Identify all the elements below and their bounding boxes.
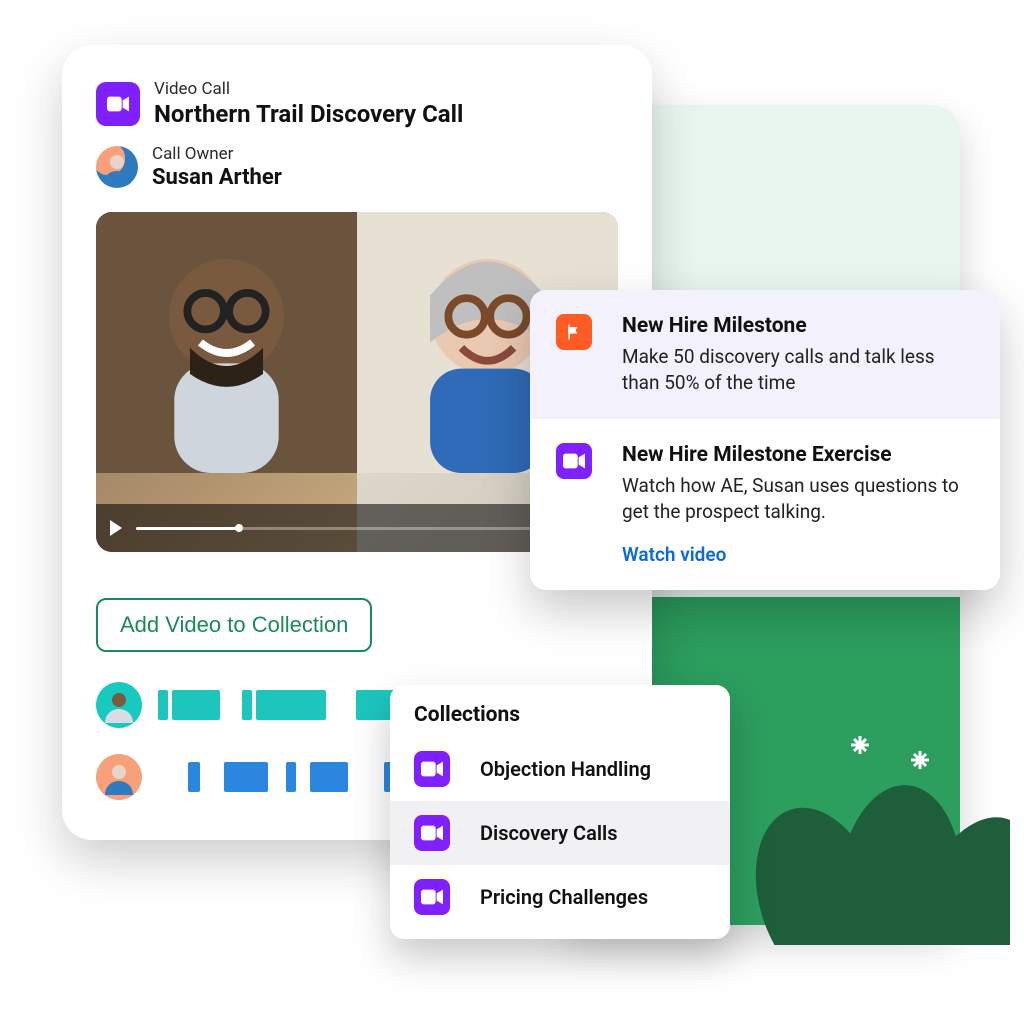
add-video-to-collection-button[interactable]: Add Video to Collection <box>96 598 372 652</box>
speaker-avatar-1 <box>96 682 142 728</box>
owner-avatar <box>96 146 138 188</box>
collection-label: Pricing Challenges <box>480 885 648 909</box>
watch-video-link[interactable]: Watch video <box>622 543 726 566</box>
card-header: Video Call Northern Trail Discovery Call <box>96 79 618 128</box>
call-owner-row: Call Owner Susan Arther <box>96 144 618 190</box>
milestone-title: New Hire Milestone <box>622 314 974 338</box>
card-title: Northern Trail Discovery Call <box>154 100 463 128</box>
collection-item-discovery-calls[interactable]: Discovery Calls <box>390 801 730 865</box>
milestone-item-2[interactable]: New Hire Milestone Exercise Watch how AE… <box>530 419 1000 589</box>
owner-label: Call Owner <box>152 144 282 164</box>
collection-item-objection-handling[interactable]: Objection Handling <box>390 737 730 801</box>
video-icon <box>556 443 592 479</box>
speaker-avatar-2 <box>96 754 142 800</box>
plant-illustration <box>750 725 1010 945</box>
collection-label: Discovery Calls <box>480 821 618 845</box>
video-icon <box>414 751 450 787</box>
card-type-label: Video Call <box>154 79 463 99</box>
flag-icon <box>556 314 592 350</box>
milestone-title: New Hire Milestone Exercise <box>622 443 974 467</box>
milestone-body: Make 50 discovery calls and talk less th… <box>622 344 974 395</box>
play-icon[interactable] <box>110 520 122 536</box>
collections-popover: Collections Objection Handling Discovery… <box>390 685 730 939</box>
video-icon <box>96 82 140 126</box>
collections-heading: Collections <box>390 703 730 737</box>
video-icon <box>414 815 450 851</box>
milestone-item-1[interactable]: New Hire Milestone Make 50 discovery cal… <box>530 290 1000 419</box>
collection-label: Objection Handling <box>480 757 651 781</box>
milestone-body: Watch how AE, Susan uses questions to ge… <box>622 473 974 524</box>
milestone-card: New Hire Milestone Make 50 discovery cal… <box>530 290 1000 590</box>
collection-item-pricing-challenges[interactable]: Pricing Challenges <box>390 865 730 929</box>
owner-name: Susan Arther <box>152 165 282 190</box>
video-icon <box>414 879 450 915</box>
video-participant-left <box>96 212 357 552</box>
